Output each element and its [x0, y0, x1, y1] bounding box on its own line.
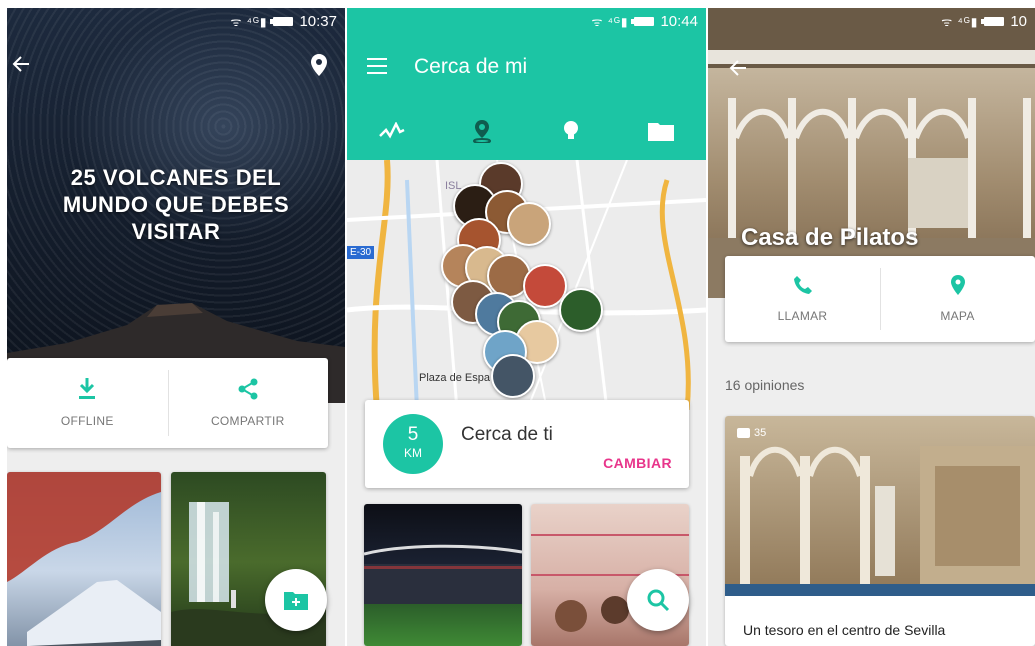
- photo-count: 35: [754, 427, 767, 439]
- download-icon: [79, 378, 96, 399]
- share-button[interactable]: COMPARTIR: [167, 358, 329, 448]
- review-photo: 35: [725, 416, 1035, 596]
- volcanoes-screen: ᯤ ⁴ᴳ▮ 10:37 25 VOLCANES DEL MUNDO QUE DE…: [7, 8, 345, 646]
- location-pin-icon: [472, 119, 491, 143]
- courtyard-photo: [708, 8, 1035, 298]
- stadium-photo: [364, 544, 522, 604]
- tab-tips[interactable]: [527, 108, 617, 153]
- place-name: Casa de Pilatos: [741, 224, 919, 251]
- offline-button[interactable]: OFFLINE: [7, 358, 168, 448]
- near-you-title: Cerca de ti: [461, 424, 553, 445]
- status-time: 10:37: [299, 12, 337, 30]
- tab-bar: [347, 108, 706, 153]
- review-card[interactable]: 35 Un tesoro en el centro de Sevilla: [725, 416, 1035, 646]
- signal-icon: ᯤ ⁴ᴳ▮: [591, 14, 629, 29]
- activity-icon: [378, 121, 405, 138]
- map-view[interactable]: E-30 ISL Plaza de Espa: [347, 160, 706, 410]
- signal-icon: ᯤ ⁴ᴳ▮: [941, 14, 979, 29]
- search-icon: [647, 589, 670, 612]
- tab-location[interactable]: [437, 108, 527, 153]
- map-button[interactable]: MAPA: [880, 256, 1035, 342]
- battery-icon: [270, 16, 294, 26]
- signal-icon: ᯤ ⁴ᴳ▮: [230, 14, 268, 29]
- arrow-left-icon[interactable]: [728, 58, 748, 84]
- call-button[interactable]: LLAMAR: [725, 256, 880, 342]
- tab-activity[interactable]: [347, 108, 437, 153]
- change-button[interactable]: CAMBIAR: [603, 455, 672, 471]
- map-pin-icon[interactable]: [311, 54, 327, 82]
- reviews-count: 16 opiniones: [725, 377, 805, 393]
- map-label-plaza: Plaza de Espa: [419, 372, 490, 384]
- hero-image: 25 VOLCANES DEL MUNDO QUE DEBES VISITAR: [7, 8, 345, 403]
- add-folder-icon: [284, 592, 308, 610]
- status-bar: ᯤ ⁴ᴳ▮ 10:37: [7, 8, 345, 34]
- share-label: COMPARTIR: [210, 414, 285, 428]
- status-bar: ᯤ ⁴ᴳ▮ 10: [708, 8, 1035, 34]
- battery-icon: [981, 16, 1005, 26]
- map-marker[interactable]: [507, 202, 551, 246]
- place-hero-image: ᯤ ⁴ᴳ▮ 10 Casa de Pilatos: [708, 8, 1035, 298]
- place-screen: ᯤ ⁴ᴳ▮ 10 Casa de Pilatos LLAMAR MAPA 16 …: [708, 8, 1035, 646]
- map-marker[interactable]: [559, 288, 603, 332]
- map-marker[interactable]: [491, 354, 535, 398]
- map-pin-icon: [950, 275, 965, 295]
- tab-folders[interactable]: [616, 108, 706, 153]
- menu-icon[interactable]: [367, 58, 387, 79]
- status-time: 10:44: [660, 12, 698, 30]
- status-time: 10: [1010, 12, 1027, 30]
- lightbulb-icon: [564, 120, 579, 139]
- nearby-screen: ᯤ ⁴ᴳ▮ 10:44 Cerca de mi E-30 ISL Plaza d…: [347, 8, 706, 646]
- guide-title: 25 VOLCANES DEL MUNDO QUE DEBES VISITAR: [62, 165, 290, 244]
- photo-count-badge: 35: [737, 427, 766, 439]
- map-label: MAPA: [940, 309, 975, 323]
- search-button[interactable]: [627, 569, 689, 631]
- call-label: LLAMAR: [777, 309, 828, 323]
- add-to-folder-button[interactable]: [265, 569, 327, 631]
- offline-label: OFFLINE: [60, 414, 114, 428]
- place-actions-card: LLAMAR MAPA: [725, 256, 1035, 342]
- share-icon: [238, 378, 258, 400]
- arrow-left-icon[interactable]: [11, 54, 31, 80]
- near-you-card: 5 KM Cerca de ti CAMBIAR: [365, 400, 689, 488]
- distance-value: 5: [407, 424, 419, 445]
- screen-title: Cerca de mi: [414, 55, 528, 78]
- distance-badge[interactable]: 5 KM: [383, 414, 443, 474]
- app-bar: ᯤ ⁴ᴳ▮ 10:44 Cerca de mi: [347, 8, 706, 160]
- folder-icon: [648, 122, 675, 141]
- camera-icon: [737, 428, 750, 438]
- battery-icon: [631, 16, 655, 26]
- status-bar: ᯤ ⁴ᴳ▮ 10:44: [347, 8, 706, 34]
- stadium-card[interactable]: [364, 504, 522, 646]
- arcade-photo: [725, 446, 1035, 596]
- road-label: E-30: [347, 246, 375, 259]
- distance-unit: KM: [404, 446, 422, 460]
- phone-icon: [793, 276, 812, 294]
- volcano-photo: [7, 472, 161, 646]
- review-caption: Un tesoro en el centro de Sevilla: [743, 622, 946, 638]
- volcano-card[interactable]: [7, 472, 161, 646]
- actions-card: OFFLINE COMPARTIR: [7, 358, 328, 448]
